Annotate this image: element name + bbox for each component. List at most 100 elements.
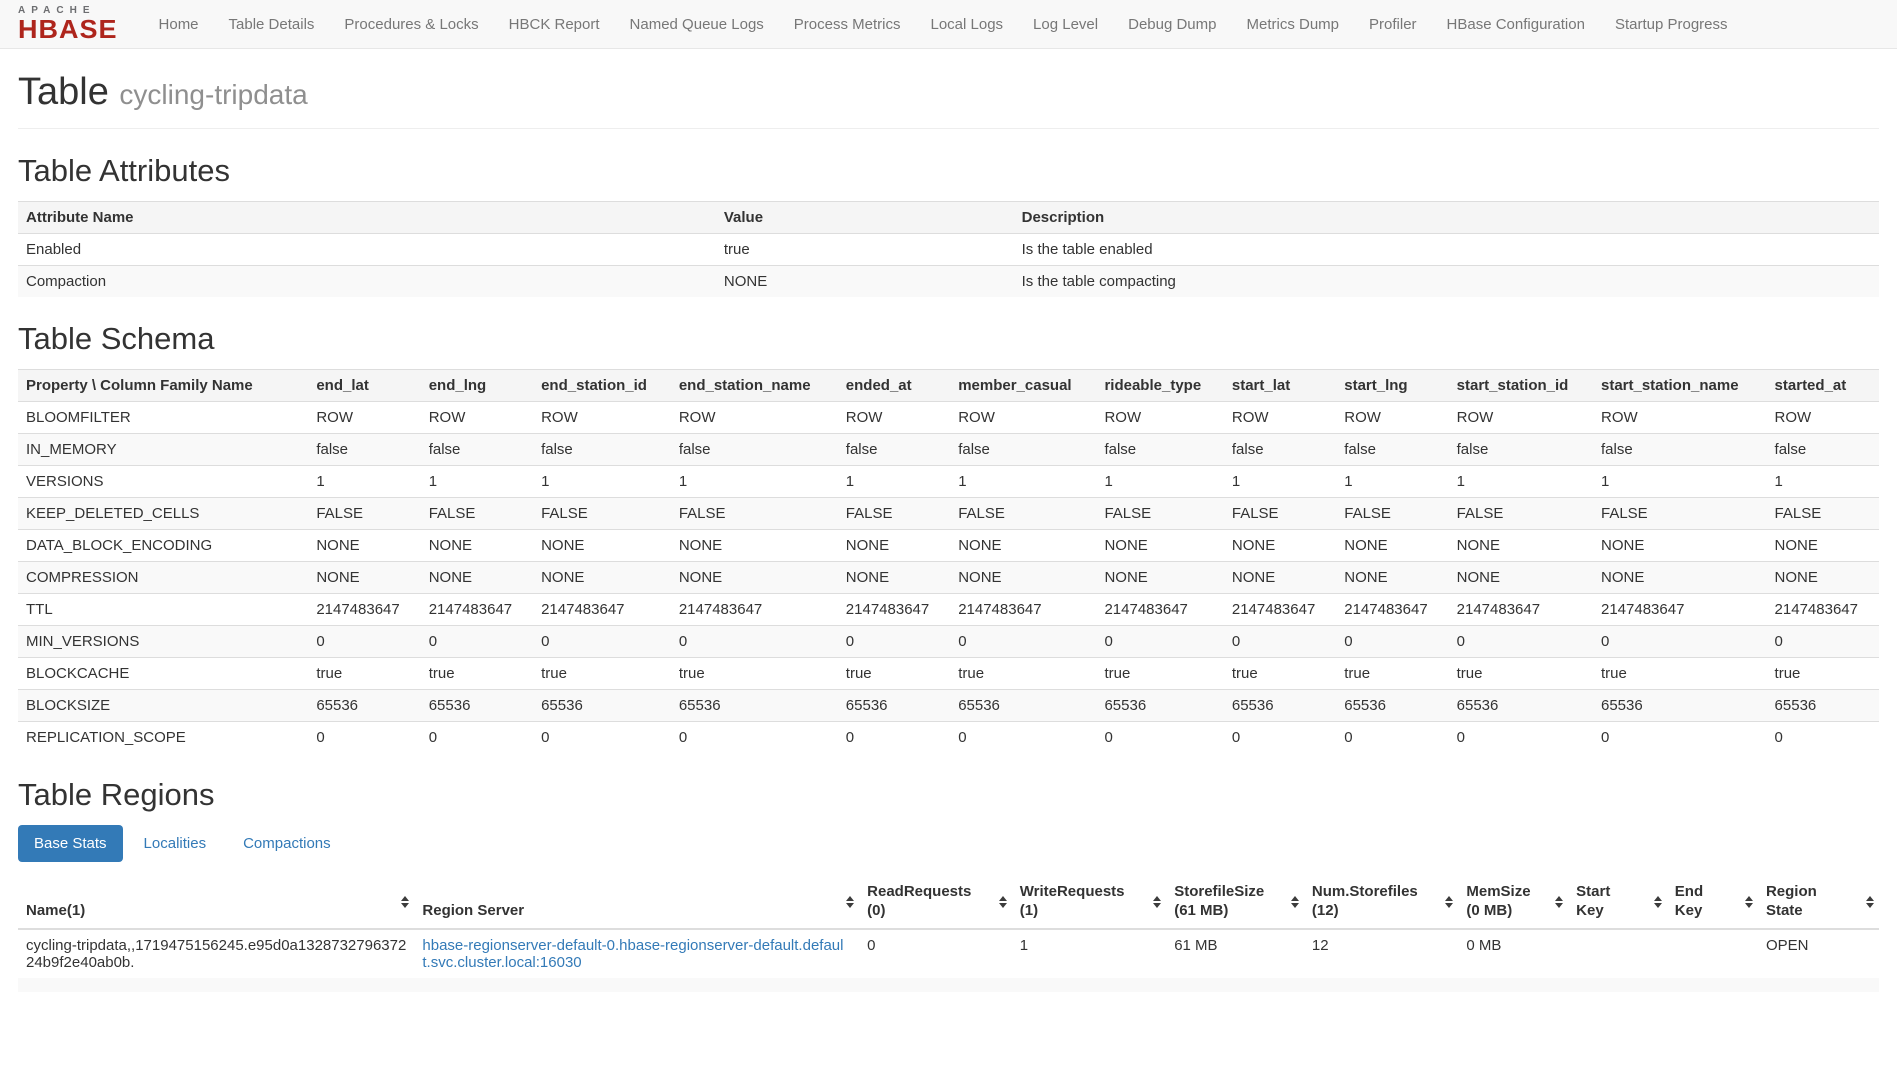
nav-item-link[interactable]: Log Level <box>1018 1 1113 48</box>
region-end-key-cell <box>1667 929 1758 978</box>
nav-item-link[interactable]: Local Logs <box>915 1 1018 48</box>
nav-item-link[interactable]: Startup Progress <box>1600 1 1743 48</box>
regions-column-header[interactable]: MemSize (0 MB) <box>1458 876 1568 929</box>
tab-localities[interactable]: Localities <box>128 825 223 862</box>
schema-property-name: DATA_BLOCK_ENCODING <box>18 530 308 562</box>
regions-column-header[interactable]: Name(1) <box>18 876 414 929</box>
nav-item: Metrics Dump <box>1232 1 1355 48</box>
schema-value-cell: 65536 <box>1449 690 1593 722</box>
regions-column-header[interactable]: ReadRequests (0) <box>859 876 1012 929</box>
region-mem-size-cell: 0 MB <box>1458 929 1568 978</box>
nav-item-link[interactable]: Procedures & Locks <box>329 1 493 48</box>
schema-value-cell: 2147483647 <box>1096 594 1223 626</box>
tab-base-stats-link[interactable]: Base Stats <box>18 825 123 862</box>
schema-value-cell: ROW <box>308 402 420 434</box>
regions-column-header[interactable]: End Key <box>1667 876 1758 929</box>
region-start-key-cell <box>1568 929 1667 978</box>
schema-value-cell: NONE <box>671 562 838 594</box>
sort-icon[interactable] <box>1291 896 1299 908</box>
nav-item: Named Queue Logs <box>615 1 779 48</box>
regions-column-label: Region Server <box>422 902 524 919</box>
sort-down-arrow <box>1866 903 1874 908</box>
schema-value-cell: NONE <box>950 562 1096 594</box>
regions-filler-cell <box>18 978 1879 992</box>
schema-value-cell: 65536 <box>1224 690 1336 722</box>
schema-value-cell: 2147483647 <box>838 594 950 626</box>
schema-value-cell: true <box>1449 658 1593 690</box>
sort-icon[interactable] <box>401 896 409 908</box>
regions-column-header[interactable]: Start Key <box>1568 876 1667 929</box>
schema-value-cell: 0 <box>1449 626 1593 658</box>
tab-compactions-link[interactable]: Compactions <box>227 825 347 862</box>
schema-property-row: BLOOMFILTERROWROWROWROWROWROWROWROWROWRO… <box>18 402 1879 434</box>
schema-value-cell: ROW <box>1336 402 1448 434</box>
sort-down-arrow <box>401 903 409 908</box>
schema-value-cell: FALSE <box>950 498 1096 530</box>
schema-family-header: end_lat <box>308 370 420 402</box>
schema-value-cell: true <box>1593 658 1767 690</box>
nav-item-link[interactable]: Process Metrics <box>779 1 916 48</box>
regions-column-header[interactable]: Region Server <box>414 876 859 929</box>
schema-value-cell: true <box>1224 658 1336 690</box>
schema-value-cell: ROW <box>671 402 838 434</box>
region-server-link[interactable]: hbase-regionserver-default-0.hbase-regio… <box>422 937 843 971</box>
sort-icon[interactable] <box>1745 896 1753 908</box>
sort-icon[interactable] <box>999 896 1007 908</box>
sort-icon[interactable] <box>1654 896 1662 908</box>
sort-down-arrow <box>1153 903 1161 908</box>
regions-column-header[interactable]: StorefileSize (61 MB) <box>1166 876 1304 929</box>
logo-hbase-text: HBASE <box>18 17 118 43</box>
sort-up-arrow <box>1745 896 1753 901</box>
schema-value-cell: false <box>1096 434 1223 466</box>
schema-value-cell: false <box>1767 434 1879 466</box>
tab-compactions[interactable]: Compactions <box>227 825 347 862</box>
nav-item-link[interactable]: Table Details <box>214 1 330 48</box>
regions-column-header[interactable]: Region State <box>1758 876 1879 929</box>
sort-down-arrow <box>999 903 1007 908</box>
attributes-heading: Table Attributes <box>18 153 1879 189</box>
tab-localities-link[interactable]: Localities <box>128 825 223 862</box>
schema-value-cell: FALSE <box>308 498 420 530</box>
schema-property-row: BLOCKSIZE6553665536655366553665536655366… <box>18 690 1879 722</box>
schema-value-cell: FALSE <box>533 498 671 530</box>
regions-heading: Table Regions <box>18 777 1879 813</box>
tab-base-stats[interactable]: Base Stats <box>18 825 123 862</box>
schema-property-row: COMPRESSIONNONENONENONENONENONENONENONEN… <box>18 562 1879 594</box>
nav-item-link[interactable]: HBase Configuration <box>1432 1 1600 48</box>
sort-icon[interactable] <box>1866 896 1874 908</box>
hbase-logo[interactable]: APACHE HBASE <box>18 5 118 44</box>
schema-value-cell: NONE <box>1449 562 1593 594</box>
regions-column-label: End Key <box>1675 883 1703 919</box>
sort-icon[interactable] <box>1555 896 1563 908</box>
sort-icon[interactable] <box>846 896 854 908</box>
region-num-storefiles-cell: 12 <box>1304 929 1458 978</box>
nav-item-link[interactable]: Home <box>144 1 214 48</box>
nav-item-link[interactable]: Named Queue Logs <box>615 1 779 48</box>
sort-icon[interactable] <box>1153 896 1161 908</box>
schema-value-cell: ROW <box>1224 402 1336 434</box>
nav-item-link[interactable]: Debug Dump <box>1113 1 1231 48</box>
attributes-column-header: Description <box>1014 202 1879 234</box>
schema-value-cell: ROW <box>1096 402 1223 434</box>
schema-value-cell: 0 <box>838 626 950 658</box>
schema-value-cell: false <box>533 434 671 466</box>
sort-icon[interactable] <box>1445 896 1453 908</box>
schema-value-cell: 0 <box>421 626 533 658</box>
schema-property-name: MIN_VERSIONS <box>18 626 308 658</box>
nav-item-link[interactable]: Profiler <box>1354 1 1432 48</box>
regions-column-header[interactable]: WriteRequests (1) <box>1012 876 1166 929</box>
schema-value-cell: FALSE <box>421 498 533 530</box>
schema-value-cell: 0 <box>308 626 420 658</box>
nav-item: Startup Progress <box>1600 1 1743 48</box>
regions-column-header[interactable]: Num.Storefiles (12) <box>1304 876 1458 929</box>
sort-up-arrow <box>1153 896 1161 901</box>
sort-down-arrow <box>1745 903 1753 908</box>
navbar: APACHE HBASE HomeTable DetailsProcedures… <box>0 0 1897 49</box>
nav-item-link[interactable]: HBCK Report <box>494 1 615 48</box>
schema-family-header: start_lng <box>1336 370 1448 402</box>
schema-value-cell: 0 <box>533 722 671 754</box>
attributes-table: Attribute NameValueDescription Enabledtr… <box>18 201 1879 297</box>
attributes-column-header: Value <box>716 202 1014 234</box>
nav-item-link[interactable]: Metrics Dump <box>1232 1 1355 48</box>
schema-property-name: REPLICATION_SCOPE <box>18 722 308 754</box>
